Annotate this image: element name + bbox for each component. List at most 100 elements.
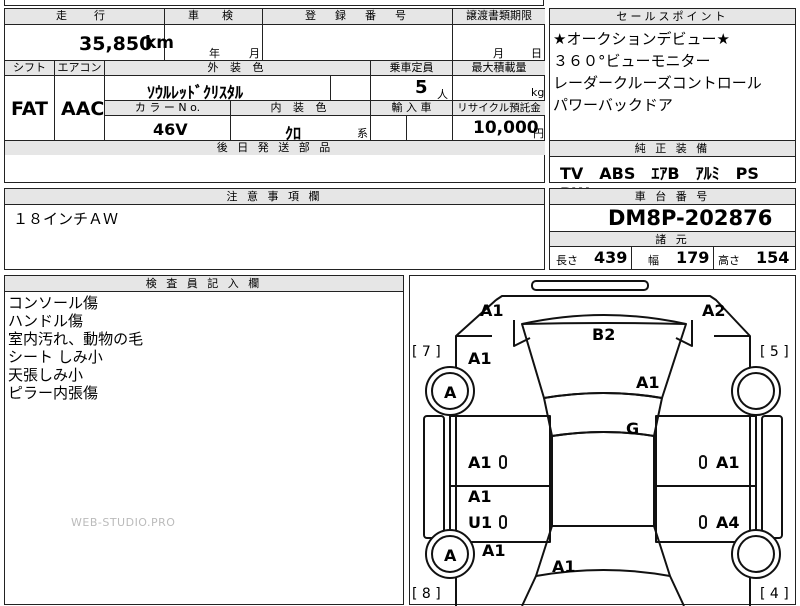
watermark: WEB-STUDIO.PRO [71,516,176,529]
car-diagram: A1 A2 B2 A1 A1 A G A1 A1 A1 U1 A4 A A1 A… [412,280,789,606]
specs-row: 長さ 439 幅 179 高さ 154 [550,247,795,269]
bracket-5: [ 5 ] [760,344,789,360]
inspection-header: 車 検 [165,9,263,25]
color-no-value: 46V [153,120,188,139]
later-parts-header: 後 日 発 送 部 品 [5,141,545,156]
sales-point-2: ３６０°ビューモニター [553,52,711,70]
recycle-header: リサイクル預託金 [453,101,545,116]
inspector-notes-header: 検 査 員 記 入 欄 [5,276,403,292]
transfer-day: 日 [531,47,542,60]
sales-point-1: ★オークションデビュー★ [553,30,730,48]
later-parts-body [4,155,545,183]
sales-point-3: レーダークルーズコントロール [553,74,762,92]
inspection-month: 月 [249,47,260,60]
cautions-box: 注 意 事 項 欄 １８インチＡＷ [4,188,545,270]
specs-header: 諸 元 [550,231,795,247]
mark-left-front-door: A1 [468,453,492,472]
mark-right-front-door: A1 [716,453,740,472]
shift-header: シフト [5,61,55,76]
equipment-header: 純 正 装 備 [550,141,795,157]
note-3: 室内汚れ、動物の毛 [8,330,144,348]
aircon-cell: AAC [55,76,105,141]
note-5: 天張しみ小 [8,366,84,384]
transfer-cell: 月 日 [453,25,545,61]
mark-left-fender: A1 [468,349,492,368]
cautions-value: １８インチＡＷ [13,210,119,228]
interior-color-header: 内 装 色 [231,101,371,116]
length-value: 439 [594,248,628,267]
mark-rear-left-quarter: A1 [482,541,506,560]
import-cell-1 [371,116,407,141]
recycle-cell: 10,000 円 [453,116,545,141]
bracket-7: [ 7 ] [412,344,441,360]
max-load-unit: kg [531,86,545,99]
height-value: 154 [756,248,790,267]
cautions-header: 注 意 事 項 欄 [5,189,544,205]
interior-color-cell: ｸﾛ 系 [231,116,371,143]
height-cell: 高さ 154 [714,247,795,269]
import-header: 輸 入 車 [371,101,453,116]
note-6: ピラー内張傷 [8,384,99,402]
capacity-cell: 5 人 [371,76,453,101]
mileage-header: 走 行 [5,9,165,25]
transfer-month: 月 [493,47,504,60]
color-no-cell: 46V [105,116,231,141]
damage-diagram-box: A1 A2 B2 A1 A1 A G A1 A1 A1 U1 A4 A A1 A… [409,275,796,606]
sales-point-4: パワーバックドア [553,96,673,114]
chassis-header: 車 台 番 号 [550,189,795,205]
mark-hood: B2 [592,325,615,344]
length-label: 長さ [556,254,578,267]
inspection-cell: 年 月 [165,25,263,61]
registration-cell [263,25,453,61]
mark-left-rear-door: A1 [468,487,492,506]
mark-left-rear-door-2: U1 [468,513,492,532]
mark-front-left: A1 [480,301,504,320]
mark-roof: G [626,419,639,438]
chassis-value: DM8P-202876 [608,206,773,230]
aircon-header: エアコン [55,61,105,76]
sales-points-box: セールスポイント ★オークションデビュー★ ３６０°ビューモニター レーダークル… [549,8,796,156]
capacity-unit: 人 [437,88,448,101]
shift-value: FAT [11,98,48,120]
recycle-unit: 円 [533,127,544,140]
capacity-header: 乗車定員 [371,61,453,76]
vehicle-info-grid: 走 行 車 検 登 録 番 号 譲渡書類期限 35,850 km 年 月 月 日… [4,8,545,156]
note-2: ハンドル傷 [8,312,84,330]
import-cell-2 [407,116,453,141]
note-4: シート しみ小 [8,348,103,366]
mileage-value: 35,850 [79,33,153,55]
height-label: 高さ [718,254,740,267]
aircon-value: AAC [61,98,105,120]
mileage-cell: 35,850 km [5,25,174,61]
mark-front-right: A2 [702,301,726,320]
length-cell: 長さ 439 [550,247,632,269]
width-value: 179 [676,248,710,267]
registration-header: 登 録 番 号 [263,9,453,25]
top-strip [4,0,544,6]
exterior-color-cell: ｿｳﾙﾚｯﾄﾞｸﾘｽﾀﾙ [105,76,331,102]
capacity-value: 5 [415,77,428,98]
width-label: 幅 [648,254,659,267]
max-load-cell: kg [453,76,545,101]
width-cell: 幅 179 [632,247,714,269]
recycle-value: 10,000 [473,118,539,138]
inspection-year: 年 [209,47,220,60]
mark-rear-window: A1 [552,557,576,576]
note-1: コンソール傷 [8,294,99,312]
sales-points-header: セールスポイント [550,9,795,25]
exterior-color-extra [331,76,371,101]
color-no-header: カ ラ ー N o. [105,101,231,116]
chassis-box: 車 台 番 号 DM8P-202876 諸 元 長さ 439 幅 179 高さ … [549,188,796,270]
shift-cell: FAT [5,76,55,141]
exterior-color-value: ｿｳﾙﾚｯﾄﾞｸﾘｽﾀﾙ [147,83,244,102]
transfer-deadline-header: 譲渡書類期限 [453,9,545,25]
mark-windshield: A1 [636,373,660,392]
exterior-color-header: 外 装 色 [105,61,371,76]
interior-suffix: 系 [357,127,368,140]
mark-right-rear-door: A4 [716,513,740,532]
mark-front-left-wheel: A [444,383,457,402]
mark-rear-left-wheel: A [444,546,457,565]
max-load-header: 最大積載量 [453,61,545,76]
equipment-box: 純 正 装 備 TV ABS ｴｱB ｱﾙﾐ PS PW [549,140,796,203]
inspector-notes-box: 検 査 員 記 入 欄 コンソール傷 ハンドル傷 室内汚れ、動物の毛 シート し… [4,275,404,605]
